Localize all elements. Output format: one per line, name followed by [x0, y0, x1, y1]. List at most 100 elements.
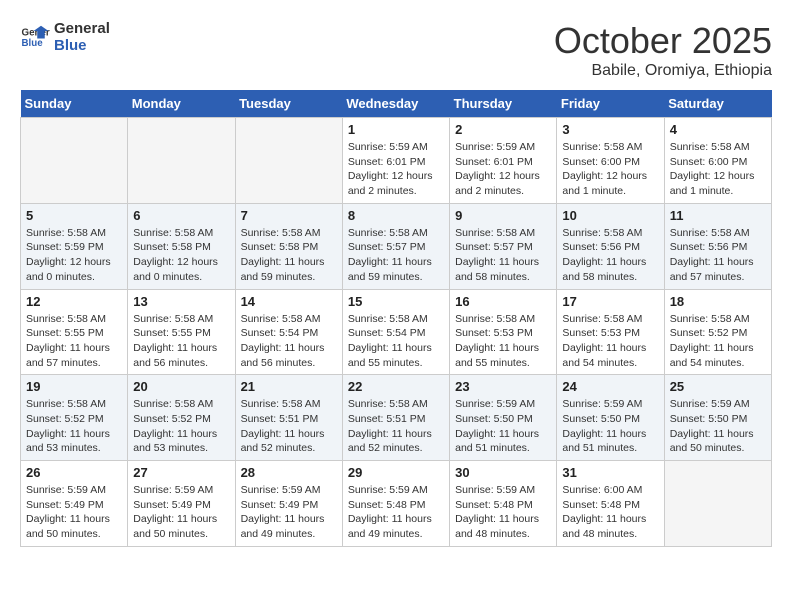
day-cell-22: 22 Sunrise: 5:58 AMSunset: 5:51 PMDayligh… [342, 375, 449, 461]
day-info: Sunrise: 5:58 AMSunset: 5:58 PMDaylight:… [133, 226, 229, 285]
day-info: Sunrise: 5:58 AMSunset: 5:54 PMDaylight:… [348, 312, 444, 371]
week-row-2: 5 Sunrise: 5:58 AMSunset: 5:59 PMDaylight… [21, 203, 772, 289]
calendar-table: SundayMondayTuesdayWednesdayThursdayFrid… [20, 90, 772, 547]
day-cell-24: 24 Sunrise: 5:59 AMSunset: 5:50 PMDayligh… [557, 375, 664, 461]
day-info: Sunrise: 6:00 AMSunset: 5:48 PMDaylight:… [562, 483, 658, 542]
day-number: 1 [348, 122, 444, 137]
day-info: Sunrise: 5:59 AMSunset: 6:01 PMDaylight:… [348, 140, 444, 199]
day-cell-26: 26 Sunrise: 5:59 AMSunset: 5:49 PMDayligh… [21, 461, 128, 547]
day-info: Sunrise: 5:58 AMSunset: 5:51 PMDaylight:… [348, 397, 444, 456]
day-cell-12: 12Sunrise: 5:58 AMSunset: 5:55 PMDayligh… [21, 289, 128, 375]
title-block: October 2025 Babile, Oromiya, Ethiopia [554, 20, 772, 80]
day-number: 16 [455, 294, 551, 309]
day-info: Sunrise: 5:59 AMSunset: 5:50 PMDaylight:… [562, 397, 658, 456]
day-info: Sunrise: 5:58 AMSunset: 5:54 PMDaylight:… [241, 312, 337, 371]
day-number: 21 [241, 379, 337, 394]
day-info: Sunrise: 5:58 AMSunset: 5:53 PMDaylight:… [455, 312, 551, 371]
day-number: 29 [348, 465, 444, 480]
day-cell-11: 11 Sunrise: 5:58 AMSunset: 5:56 PMDayligh… [664, 203, 771, 289]
day-number: 23 [455, 379, 551, 394]
day-cell-10: 10Sunrise: 5:58 AMSunset: 5:56 PMDayligh… [557, 203, 664, 289]
day-info: Sunrise: 5:58 AMSunset: 6:00 PMDaylight:… [562, 140, 658, 199]
day-cell-17: 17Sunrise: 5:58 AMSunset: 5:53 PMDayligh… [557, 289, 664, 375]
day-info: Sunrise: 5:58 AMSunset: 5:52 PMDaylight:… [26, 397, 122, 456]
day-number: 26 [26, 465, 122, 480]
day-info: Sunrise: 5:59 AMSunset: 5:49 PMDaylight:… [241, 483, 337, 542]
day-number: 8 [348, 208, 444, 223]
day-info: Sunrise: 5:59 AMSunset: 5:49 PMDaylight:… [26, 483, 122, 542]
day-info: Sunrise: 5:58 AMSunset: 5:56 PMDaylight:… [670, 226, 766, 285]
day-number: 31 [562, 465, 658, 480]
day-number: 30 [455, 465, 551, 480]
day-cell-18: 18 Sunrise: 5:58 AMSunset: 5:52 PMDayligh… [664, 289, 771, 375]
week-row-3: 12Sunrise: 5:58 AMSunset: 5:55 PMDayligh… [21, 289, 772, 375]
day-cell-27: 27Sunrise: 5:59 AMSunset: 5:49 PMDayligh… [128, 461, 235, 547]
logo-blue: Blue [54, 37, 110, 54]
day-cell-16: 16 Sunrise: 5:58 AMSunset: 5:53 PMDayligh… [450, 289, 557, 375]
day-number: 22 [348, 379, 444, 394]
day-cell-21: 21Sunrise: 5:58 AMSunset: 5:51 PMDayligh… [235, 375, 342, 461]
day-number: 3 [562, 122, 658, 137]
logo-icon: General Blue [20, 22, 50, 52]
day-info: Sunrise: 5:58 AMSunset: 5:55 PMDaylight:… [133, 312, 229, 371]
day-cell-20: 20Sunrise: 5:58 AMSunset: 5:52 PMDayligh… [128, 375, 235, 461]
day-info: Sunrise: 5:58 AMSunset: 5:52 PMDaylight:… [133, 397, 229, 456]
day-cell-19: 19 Sunrise: 5:58 AMSunset: 5:52 PMDayligh… [21, 375, 128, 461]
day-number: 25 [670, 379, 766, 394]
weekday-header-wednesday: Wednesday [342, 90, 449, 118]
day-info: Sunrise: 5:58 AMSunset: 5:55 PMDaylight:… [26, 312, 122, 371]
day-info: Sunrise: 5:58 AMSunset: 5:52 PMDaylight:… [670, 312, 766, 371]
day-cell-8: 8 Sunrise: 5:58 AMSunset: 5:57 PMDaylight… [342, 203, 449, 289]
day-number: 19 [26, 379, 122, 394]
weekday-header-thursday: Thursday [450, 90, 557, 118]
day-number: 24 [562, 379, 658, 394]
day-cell-4: 4Sunrise: 5:58 AMSunset: 6:00 PMDaylight… [664, 118, 771, 204]
day-info: Sunrise: 5:59 AMSunset: 5:49 PMDaylight:… [133, 483, 229, 542]
day-number: 11 [670, 208, 766, 223]
day-number: 2 [455, 122, 551, 137]
day-cell-28: 28Sunrise: 5:59 AMSunset: 5:49 PMDayligh… [235, 461, 342, 547]
day-cell-3: 3 Sunrise: 5:58 AMSunset: 6:00 PMDaylight… [557, 118, 664, 204]
day-info: Sunrise: 5:58 AMSunset: 5:59 PMDaylight:… [26, 226, 122, 285]
day-cell-15: 15 Sunrise: 5:58 AMSunset: 5:54 PMDayligh… [342, 289, 449, 375]
weekday-header-saturday: Saturday [664, 90, 771, 118]
day-number: 14 [241, 294, 337, 309]
day-cell-30: 30 Sunrise: 5:59 AMSunset: 5:48 PMDayligh… [450, 461, 557, 547]
day-number: 18 [670, 294, 766, 309]
weekday-header-sunday: Sunday [21, 90, 128, 118]
day-info: Sunrise: 5:58 AMSunset: 5:57 PMDaylight:… [348, 226, 444, 285]
day-cell-31: 31 Sunrise: 6:00 AMSunset: 5:48 PMDayligh… [557, 461, 664, 547]
day-number: 9 [455, 208, 551, 223]
day-cell-5: 5 Sunrise: 5:58 AMSunset: 5:59 PMDaylight… [21, 203, 128, 289]
day-info: Sunrise: 5:59 AMSunset: 5:48 PMDaylight:… [455, 483, 551, 542]
day-number: 5 [26, 208, 122, 223]
day-number: 13 [133, 294, 229, 309]
week-row-5: 26 Sunrise: 5:59 AMSunset: 5:49 PMDayligh… [21, 461, 772, 547]
logo-general: General [54, 20, 110, 37]
empty-cell [21, 118, 128, 204]
empty-cell [128, 118, 235, 204]
day-cell-2: 2 Sunrise: 5:59 AMSunset: 6:01 PMDaylight… [450, 118, 557, 204]
day-cell-25: 25Sunrise: 5:59 AMSunset: 5:50 PMDayligh… [664, 375, 771, 461]
weekday-header-monday: Monday [128, 90, 235, 118]
page-header: General Blue General Blue October 2025 B… [20, 20, 772, 80]
svg-text:Blue: Blue [22, 38, 44, 49]
day-info: Sunrise: 5:58 AMSunset: 5:57 PMDaylight:… [455, 226, 551, 285]
day-info: Sunrise: 5:58 AMSunset: 5:53 PMDaylight:… [562, 312, 658, 371]
location: Babile, Oromiya, Ethiopia [554, 62, 772, 80]
day-info: Sunrise: 5:59 AMSunset: 5:48 PMDaylight:… [348, 483, 444, 542]
day-info: Sunrise: 5:59 AMSunset: 6:01 PMDaylight:… [455, 140, 551, 199]
day-info: Sunrise: 5:59 AMSunset: 5:50 PMDaylight:… [455, 397, 551, 456]
day-number: 6 [133, 208, 229, 223]
day-cell-29: 29 Sunrise: 5:59 AMSunset: 5:48 PMDayligh… [342, 461, 449, 547]
day-cell-1: 1 Sunrise: 5:59 AMSunset: 6:01 PMDaylight… [342, 118, 449, 204]
week-row-1: 1 Sunrise: 5:59 AMSunset: 6:01 PMDaylight… [21, 118, 772, 204]
day-number: 10 [562, 208, 658, 223]
day-cell-14: 14 Sunrise: 5:58 AMSunset: 5:54 PMDayligh… [235, 289, 342, 375]
day-cell-13: 13 Sunrise: 5:58 AMSunset: 5:55 PMDayligh… [128, 289, 235, 375]
weekday-header-tuesday: Tuesday [235, 90, 342, 118]
day-number: 15 [348, 294, 444, 309]
week-row-4: 19 Sunrise: 5:58 AMSunset: 5:52 PMDayligh… [21, 375, 772, 461]
day-cell-23: 23 Sunrise: 5:59 AMSunset: 5:50 PMDayligh… [450, 375, 557, 461]
day-cell-9: 9 Sunrise: 5:58 AMSunset: 5:57 PMDaylight… [450, 203, 557, 289]
